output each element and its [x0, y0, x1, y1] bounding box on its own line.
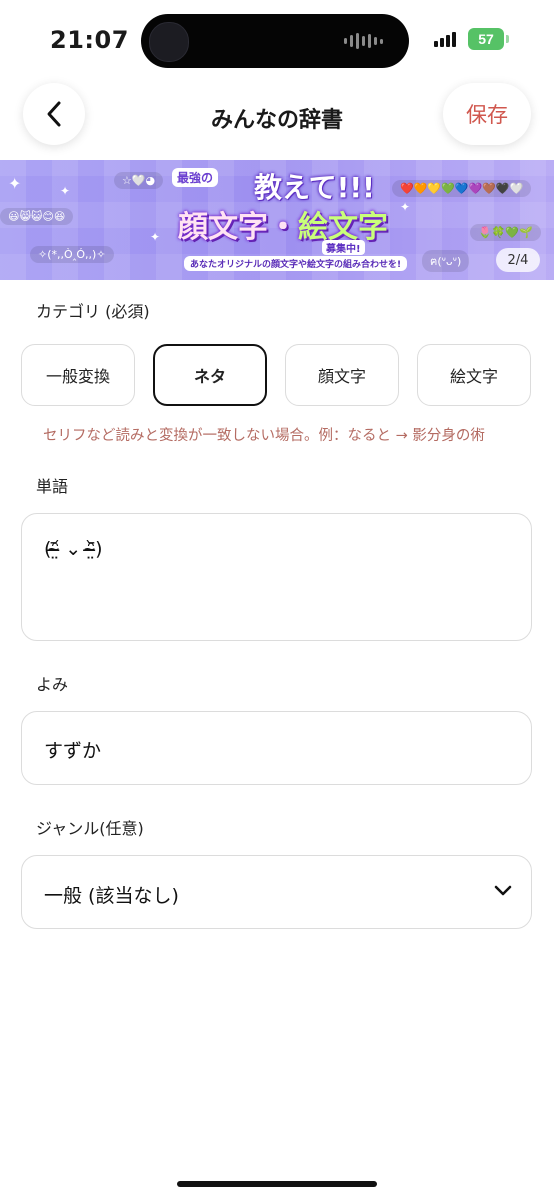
audio-wave-icon: [344, 33, 383, 49]
signal-icon: [434, 31, 456, 47]
banner-headline: 最強の 教えて!!! 顔文字・絵文字 募集中! あなたオリジナルの顔文字や絵文字…: [172, 162, 408, 278]
category-chip-kaomoji[interactable]: 顔文字: [285, 344, 399, 406]
banner-kaomoji: ✧(*,,Ò‸Ó,,)✧: [30, 246, 114, 263]
banner-title: 教えて!!!: [254, 171, 375, 204]
battery-icon: 57: [468, 28, 504, 50]
word-value: (ᵔ̴̶̤᷄ ⌄ ᵔ̴̶̤᷅): [44, 538, 103, 560]
reading-value: すずか: [44, 740, 102, 762]
chevron-down-icon: [494, 885, 512, 896]
word-input[interactable]: (ᵔ̴̶̤᷄ ⌄ ᵔ̴̶̤᷅): [21, 513, 532, 641]
home-indicator: [177, 1181, 377, 1187]
reading-input[interactable]: すずか: [21, 711, 532, 785]
sparkle-icon: ✦: [8, 174, 22, 193]
status-bar: 21:07 57: [0, 0, 554, 80]
banner-caption: あなたオリジナルの顔文字や絵文字の組み合わせを!: [184, 256, 408, 271]
dynamic-island: [141, 14, 409, 68]
banner-emoji-row: 😃😸😺😊😆: [0, 208, 74, 225]
sparkle-icon: ✦: [60, 184, 71, 198]
sparkle-icon: ✦: [400, 200, 411, 214]
banner-emoji-row: 🌷🍀💚🌱: [470, 224, 541, 241]
save-button[interactable]: 保存: [443, 83, 531, 145]
genre-value: 一般 (該当なし): [44, 885, 179, 907]
category-label: カテゴリ (必須): [36, 302, 150, 321]
category-chip-emoji[interactable]: 絵文字: [417, 344, 531, 406]
banner-title-connector: ・: [268, 210, 298, 245]
sparkle-icon: ✦: [150, 230, 161, 244]
reading-label: よみ: [36, 675, 69, 694]
genre-label: ジャンル(任意): [36, 819, 144, 838]
album-art-icon: [149, 22, 189, 62]
category-hint: セリフなど読みと変換が一致しない場合。例：なると → 影分身の術: [43, 428, 485, 444]
promo-banner[interactable]: ✦ ✦ ✦ ✦ ☆🤍◕ 😃😸😺😊😆 ✧(*,,Ò‸Ó,,)✧ ❤️🧡💛💚💙💜🤎🖤…: [0, 160, 554, 280]
banner-kaomoji: ☆🤍◕: [114, 172, 164, 189]
battery-tip: [506, 35, 509, 43]
banner-pager: 2/4: [496, 248, 540, 272]
banner-emoji-row: ❤️🧡💛💚💙💜🤎🖤🤍: [392, 180, 532, 197]
banner-subtitle: 最強の: [172, 168, 219, 187]
header: みんなの辞書 保存: [0, 80, 554, 160]
status-time: 21:07: [50, 26, 129, 54]
banner-title-kaomoji: 顔文字: [178, 210, 268, 245]
word-label: 単語: [36, 477, 69, 496]
genre-select[interactable]: 一般 (該当なし): [21, 855, 532, 929]
banner-badge: 募集中!: [322, 240, 365, 255]
category-chip-general[interactable]: 一般変換: [21, 344, 135, 406]
category-chip-neta[interactable]: ネタ: [153, 344, 267, 406]
banner-kaomoji: ฅ(ᐡᴗᐡ): [422, 250, 470, 272]
